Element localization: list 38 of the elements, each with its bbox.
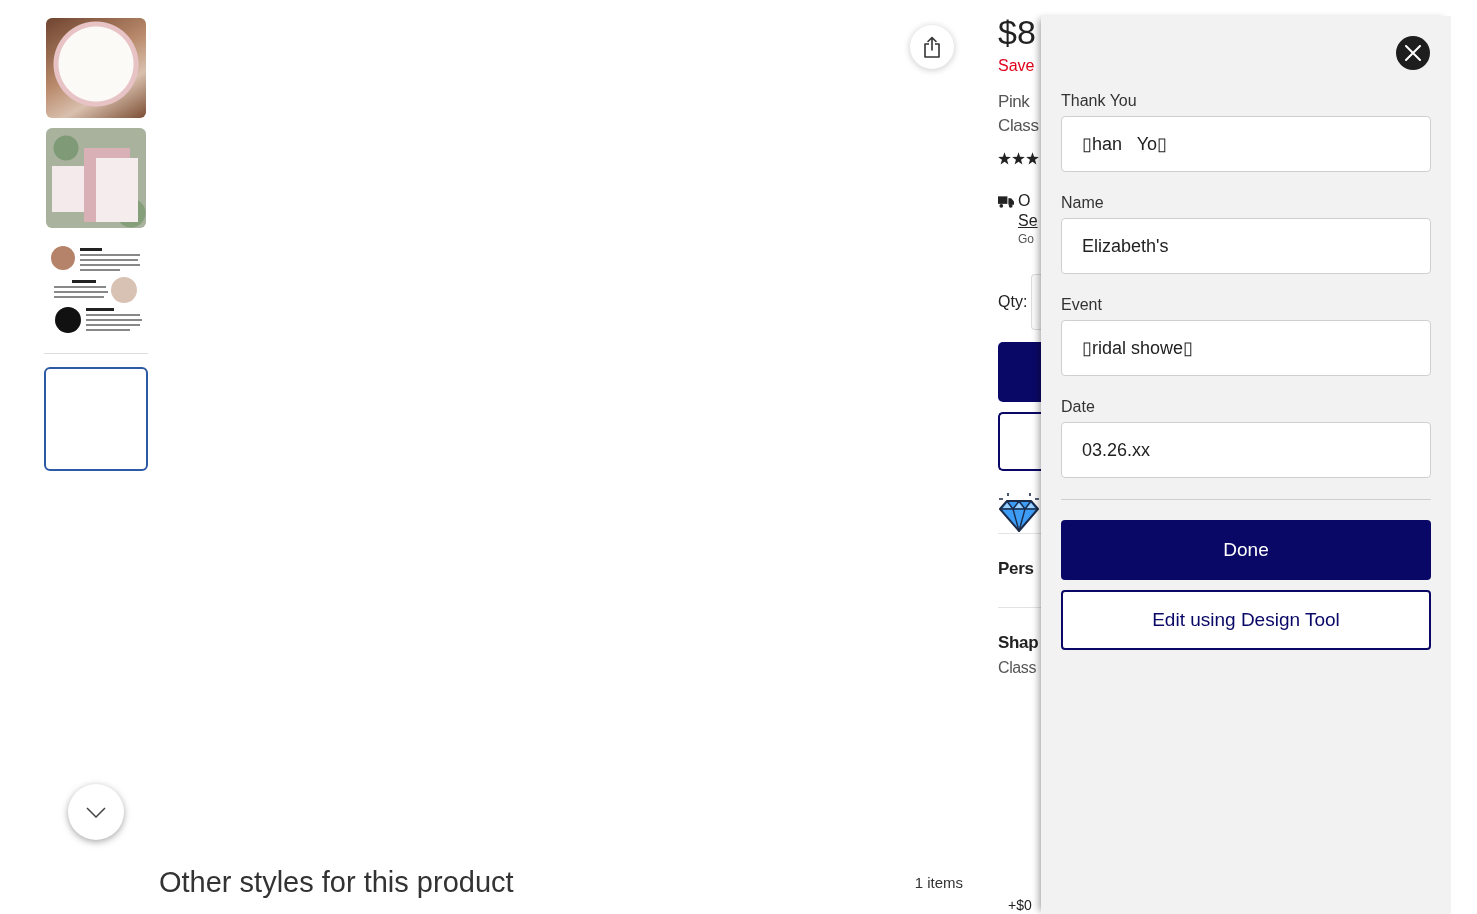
- sticker-photo[interactable]: [46, 18, 146, 118]
- items-count: 1 items: [914, 873, 963, 891]
- input-field[interactable]: ▯ridal showe▯: [1061, 320, 1431, 376]
- quantity-field[interactable]: [1031, 274, 1041, 330]
- close-icon: [1405, 45, 1421, 61]
- star-icon: [1026, 151, 1039, 165]
- cards-photo[interactable]: [46, 128, 146, 228]
- product-title: Pink Class: [998, 91, 1039, 137]
- truck-icon: [998, 196, 1014, 208]
- product-price: $8: [998, 12, 1036, 52]
- field-label: Event: [1061, 295, 1102, 315]
- price-text: +$0: [1007, 897, 1032, 913]
- section-heading: Other styles for this product: [159, 865, 514, 899]
- share-icon: [923, 36, 941, 58]
- section-title: Shap: [998, 632, 1039, 654]
- design-tool-button[interactable]: Edit using Design Tool: [1061, 590, 1431, 650]
- input-field[interactable]: 03.26.xx: [1061, 422, 1431, 478]
- field-label: Name: [1061, 193, 1104, 213]
- input-field[interactable]: ▯han Yo▯: [1061, 116, 1431, 172]
- diamond-icon: [998, 491, 1040, 533]
- shipping-note: Go: [1018, 231, 1034, 248]
- chevron-down-icon: [86, 806, 106, 818]
- action-button[interactable]: [998, 412, 1041, 471]
- close-button[interactable]: [1396, 36, 1430, 70]
- field-label: Thank You: [1061, 91, 1137, 111]
- star-icon: [1012, 151, 1025, 165]
- shipping-link[interactable]: Se: [1018, 211, 1038, 231]
- quantity-label: Qty:: [998, 293, 1028, 311]
- savings-text: Save: [998, 56, 1035, 76]
- field-label: Date: [1061, 397, 1095, 417]
- section-title: Pers: [998, 558, 1034, 580]
- done-button[interactable]: Done: [1061, 520, 1431, 580]
- star-icon: [998, 151, 1011, 165]
- shipping-text: O: [1018, 191, 1031, 211]
- section-value: Class: [998, 658, 1036, 678]
- input-field[interactable]: Elizabeth's: [1061, 218, 1431, 274]
- blank-thumbnail[interactable]: [44, 367, 148, 471]
- share-button[interactable]: [910, 25, 954, 69]
